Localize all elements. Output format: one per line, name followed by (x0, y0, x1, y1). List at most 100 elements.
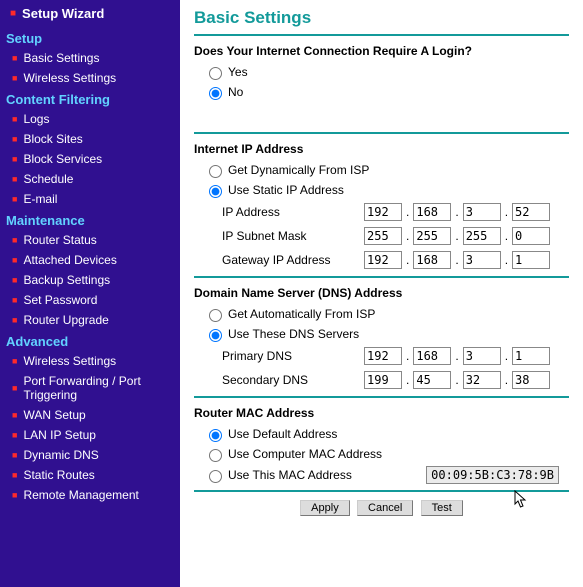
sidebar-item-label: Wireless Settings (23, 71, 116, 85)
login-no-label: No (228, 85, 243, 99)
mac-computer-radio[interactable] (209, 449, 222, 462)
cursor-icon (514, 490, 528, 510)
cancel-button[interactable]: Cancel (357, 500, 413, 516)
sidebar-item[interactable]: ■LAN IP Setup (0, 425, 180, 445)
mac-this-row[interactable]: Use This MAC Address 00:09:5B:C3:78:9B (194, 464, 569, 486)
sidebar-item-label: Set Password (23, 293, 97, 307)
bullet-icon: ■ (12, 470, 17, 480)
gateway-input-group: . . . (364, 251, 550, 269)
bullet-icon: ■ (12, 275, 17, 285)
bullet-icon: ■ (12, 235, 17, 245)
sidebar-item[interactable]: ■Logs (0, 109, 180, 129)
primary-dns-octet-3[interactable] (463, 347, 501, 365)
sidebar-item-label: Wireless Settings (23, 354, 116, 368)
mac-computer-row[interactable]: Use Computer MAC Address (194, 444, 569, 464)
sidebar-section: Setup (0, 27, 180, 48)
ip-dynamic-row[interactable]: Get Dynamically From ISP (194, 160, 569, 180)
mac-this-radio[interactable] (209, 470, 222, 483)
sidebar-item[interactable]: ■ Static Routes (0, 465, 180, 485)
sidebar-item-label: Dynamic DNS (23, 448, 98, 462)
dns-these-row[interactable]: Use These DNS Servers (194, 324, 569, 344)
sidebar-item[interactable]: ■Set Password (0, 290, 180, 310)
gateway-octet-1[interactable] (364, 251, 402, 269)
sidebar: ■ Setup Wizard Setup■Basic Settings■Wire… (0, 0, 180, 587)
sidebar-item[interactable]: ■Schedule (0, 169, 180, 189)
primary-dns-octet-4[interactable] (512, 347, 550, 365)
sidebar-item[interactable]: ■Router Upgrade (0, 310, 180, 330)
subnet-octet-1[interactable] (364, 227, 402, 245)
dns-auto-radio[interactable] (209, 309, 222, 322)
mac-computer-label: Use Computer MAC Address (228, 447, 382, 461)
gateway-octet-4[interactable] (512, 251, 550, 269)
sidebar-item[interactable]: ■Wireless Settings (0, 351, 180, 371)
secondary-dns-octet-3[interactable] (463, 371, 501, 389)
subnet-octet-4[interactable] (512, 227, 550, 245)
sidebar-item[interactable]: ■ Wireless Settings (0, 68, 180, 88)
login-yes-radio[interactable] (209, 67, 222, 80)
gateway-octet-2[interactable] (413, 251, 451, 269)
secondary-dns-octet-2[interactable] (413, 371, 451, 389)
sidebar-item[interactable]: ■Basic Settings (0, 48, 180, 68)
sidebar-item-label: Backup Settings (23, 273, 110, 287)
sidebar-item[interactable]: ■Port Forwarding / Port Triggering (0, 371, 180, 405)
sidebar-item-label: LAN IP Setup (23, 428, 96, 442)
sidebar-item-label: Static Routes (23, 468, 94, 482)
ip-dynamic-label: Get Dynamically From ISP (228, 163, 369, 177)
secondary-dns-octet-1[interactable] (364, 371, 402, 389)
bullet-icon: ■ (12, 383, 17, 393)
ip-address-octet-3[interactable] (463, 203, 501, 221)
gateway-octet-3[interactable] (463, 251, 501, 269)
dns-these-radio[interactable] (209, 329, 222, 342)
sidebar-item[interactable]: ■WAN Setup (0, 405, 180, 425)
dns-section-title: Domain Name Server (DNS) Address (194, 286, 569, 300)
sidebar-item[interactable]: ■Block Services (0, 149, 180, 169)
ip-section-title: Internet IP Address (194, 142, 569, 156)
sidebar-item-setup-wizard[interactable]: ■ Setup Wizard (0, 4, 180, 27)
secondary-dns-octet-4[interactable] (512, 371, 550, 389)
primary-dns-octet-1[interactable] (364, 347, 402, 365)
ip-static-radio[interactable] (209, 185, 222, 198)
apply-button[interactable]: Apply (300, 500, 350, 516)
dns-auto-row[interactable]: Get Automatically From ISP (194, 304, 569, 324)
sidebar-item[interactable]: ■E-mail (0, 189, 180, 209)
ip-dynamic-radio[interactable] (209, 165, 222, 178)
ip-address-input-group: . . . (364, 203, 550, 221)
sidebar-item[interactable]: ■Attached Devices (0, 250, 180, 270)
page-title: Basic Settings (194, 8, 569, 28)
subnet-octet-2[interactable] (413, 227, 451, 245)
main-panel: Basic Settings Does Your Internet Connec… (180, 0, 583, 587)
sidebar-item[interactable]: ■ Backup Settings (0, 270, 180, 290)
ip-address-octet-2[interactable] (413, 203, 451, 221)
bullet-icon: ■ (12, 490, 17, 500)
primary-dns-octet-2[interactable] (413, 347, 451, 365)
login-yes-label: Yes (228, 65, 248, 79)
sidebar-item[interactable]: ■Router Status (0, 230, 180, 250)
primary-dns-label: Primary DNS (222, 349, 364, 363)
gateway-label: Gateway IP Address (222, 253, 364, 267)
login-yes-row[interactable]: Yes (194, 62, 569, 82)
bullet-icon: ■ (12, 255, 17, 265)
bullet-icon: ■ (12, 174, 17, 184)
sidebar-item-label: Block Sites (23, 132, 82, 146)
ip-address-octet-4[interactable] (512, 203, 550, 221)
mac-address-value: 00:09:5B:C3:78:9B (426, 466, 559, 484)
bullet-icon: ■ (12, 194, 17, 204)
mac-default-row[interactable]: Use Default Address (194, 424, 569, 444)
sidebar-section: Maintenance (0, 209, 180, 230)
sidebar-item[interactable]: ■Remote Management (0, 485, 180, 505)
sidebar-item[interactable]: ■Dynamic DNS (0, 445, 180, 465)
login-no-row[interactable]: No (194, 82, 569, 102)
bullet-icon: ■ (12, 73, 17, 83)
test-button[interactable]: Test (421, 500, 463, 516)
sidebar-item-label: Basic Settings (23, 51, 99, 65)
sidebar-item[interactable]: ■Block Sites (0, 129, 180, 149)
bullet-icon: ■ (12, 114, 17, 124)
mac-section-title: Router MAC Address (194, 406, 569, 420)
ip-static-row[interactable]: Use Static IP Address (194, 180, 569, 200)
ip-static-label: Use Static IP Address (228, 183, 344, 197)
mac-default-radio[interactable] (209, 429, 222, 442)
ip-address-octet-1[interactable] (364, 203, 402, 221)
login-no-radio[interactable] (209, 87, 222, 100)
subnet-octet-3[interactable] (463, 227, 501, 245)
sidebar-item-label: Router Upgrade (23, 313, 108, 327)
